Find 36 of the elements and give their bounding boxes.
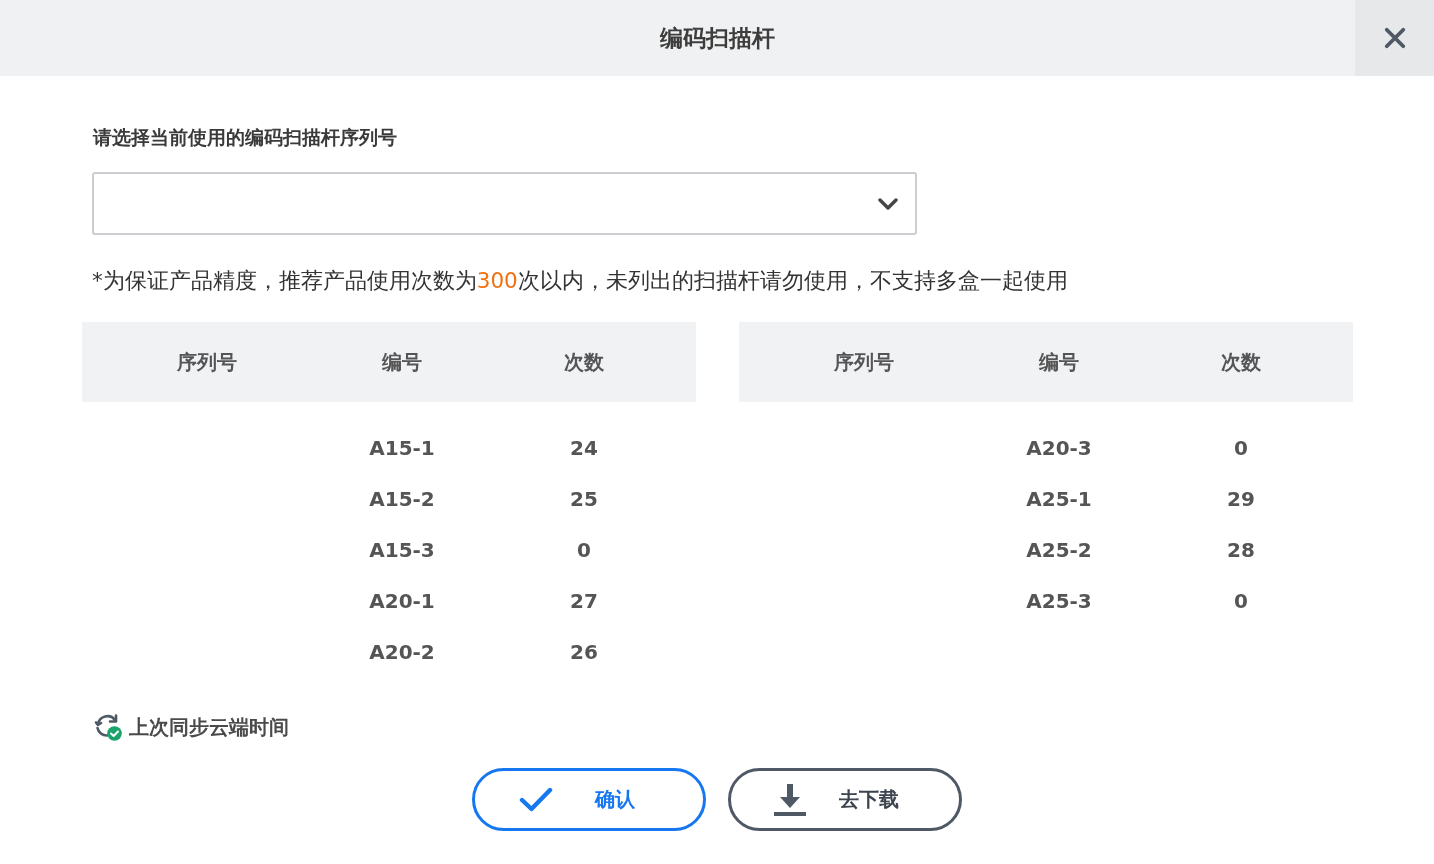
close-button[interactable] [1355, 0, 1434, 76]
table-cell: A25-2 [1026, 537, 1092, 562]
select-label: 请选择当前使用的编码扫描杆序列号 [93, 125, 398, 149]
column-header: 序列号 [177, 349, 237, 374]
table-cell: A15-2 [369, 486, 435, 511]
table-cell: 29 [1227, 486, 1255, 511]
table-cell: 28 [1227, 537, 1255, 562]
column-header: 编号 [1039, 349, 1079, 374]
sync-time-label: 上次同步云端时间 [129, 713, 289, 741]
confirm-button[interactable]: 确认 [472, 768, 706, 831]
table-cell: 27 [570, 588, 598, 613]
table-cell: A20-2 [369, 639, 435, 664]
table-cell: A15-1 [369, 435, 435, 460]
table-cell: 0 [577, 537, 591, 562]
table-cell: A25-3 [1026, 588, 1092, 613]
table-cell: 0 [1234, 588, 1248, 613]
column-header: 编号 [382, 349, 422, 374]
download-icon [773, 782, 807, 817]
column-header: 次数 [564, 349, 604, 374]
table-cell: 26 [570, 639, 598, 664]
table-cell: 25 [570, 486, 598, 511]
table-cell: A20-3 [1026, 435, 1092, 460]
table-cell: A25-1 [1026, 486, 1092, 511]
table-cell: A20-1 [369, 588, 435, 613]
column-header: 序列号 [834, 349, 894, 374]
chevron-down-icon [878, 197, 898, 210]
checkmark-icon [519, 786, 553, 813]
table-cell: 0 [1234, 435, 1248, 460]
table-cell: A15-3 [369, 537, 435, 562]
sync-check-icon [94, 713, 122, 741]
close-icon [1383, 27, 1406, 49]
column-header: 次数 [1221, 349, 1261, 374]
download-button[interactable]: 去下载 [728, 768, 962, 831]
table-cell: 24 [570, 435, 598, 460]
dialog-title: 编码扫描杆 [659, 23, 775, 53]
notice-text: *为保证产品精度，推荐产品使用次数为300次以内，未列出的扫描杆请勿使用，不支持多盒一起使用 [92, 267, 1069, 295]
